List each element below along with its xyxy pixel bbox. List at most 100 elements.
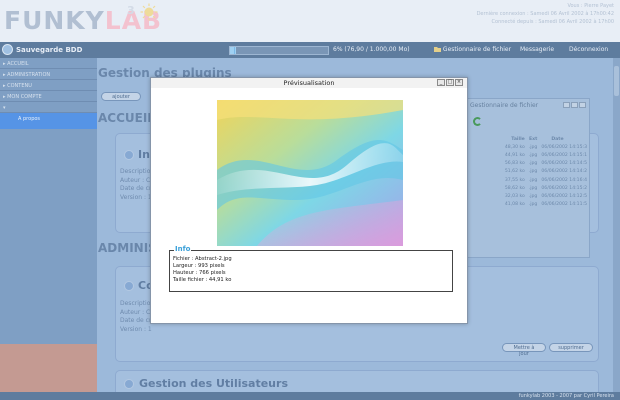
file-row[interactable]: 58,62 ko .jpg 06/06/2002 14:15:2 — [467, 184, 589, 192]
plugin-card-1-title: In — [124, 148, 150, 161]
storage-progress-text: 6% (76,90 / 1.000,00 Mo) — [333, 46, 410, 53]
scrollbar-thumb[interactable] — [614, 66, 619, 96]
modal-window-controls: _ □ × — [437, 79, 463, 86]
session-user: Vous : Pierre Payet — [567, 3, 614, 9]
file-manager-label: Gestionnaire de fichier — [442, 46, 512, 53]
file-size: 44,91 ko — [504, 152, 525, 158]
file-size: 41,08 ko — [504, 202, 525, 208]
app-logo: FUNKYLAB — [4, 6, 162, 35]
modal-titlebar[interactable]: Prévisualisation _ □ × — [151, 78, 467, 88]
file-info-name: Fichier : Abstract-2.jpg — [173, 256, 232, 262]
sidebar-item-contenu[interactable]: ▸ CONTENU — [0, 80, 97, 91]
file-date: 06/06/2002 14:15:2 — [541, 185, 587, 191]
file-date: 06/06/2002 14:16:4 — [541, 177, 587, 183]
sidebar-item-accueil[interactable]: ▸ ACCUEIL — [0, 58, 97, 69]
file-ext: .jpg — [528, 177, 538, 183]
plugin-icon — [124, 280, 134, 291]
file-date: 06/06/2002 14:14:5 — [541, 161, 587, 167]
refresh-icon[interactable] — [473, 117, 482, 126]
file-manager-titlebar[interactable]: Gestionnaire de fichier — [467, 99, 589, 112]
logo-version: 3 — [127, 4, 135, 17]
maximize-icon[interactable]: □ — [446, 79, 454, 86]
plugin-card-3-title: Gestion des Utilisateurs — [124, 377, 288, 390]
section-accueil-heading: ACCUEIL — [98, 111, 155, 125]
sun-icon — [140, 3, 158, 21]
minimize-icon[interactable] — [563, 102, 570, 108]
sidebar-item-label: MON COMPTE — [7, 94, 42, 100]
file-name-cell — [467, 168, 503, 176]
file-row[interactable]: 56,83 ko .jpg 06/06/2002 14:14:5 — [467, 160, 589, 168]
sidebar-item-a-propos[interactable]: A propos — [0, 113, 97, 129]
file-date: 06/06/2002 14:14:2 — [541, 169, 587, 175]
storage-progress-fill — [230, 47, 236, 54]
file-size: 51,62 ko — [504, 169, 525, 175]
plugin-card-1-title-text: In — [138, 148, 150, 161]
file-date: 06/06/2002 14:11:5 — [541, 202, 587, 208]
file-name-cell — [467, 184, 503, 192]
update-plugin-button[interactable]: Mettre à jour — [502, 343, 546, 357]
minimize-icon[interactable]: _ — [437, 79, 445, 86]
file-table-header: Taille Ext Date — [467, 135, 589, 143]
session-last-login: Dernière connexion : Samedi 06 Avril 200… — [476, 11, 614, 17]
file-manager-link[interactable]: Gestionnaire de fichier — [434, 46, 511, 53]
file-name-cell — [467, 160, 503, 168]
file-row[interactable]: 37,55 ko .jpg 06/06/2002 14:16:4 — [467, 176, 589, 184]
logo-main-text: FUNKY — [4, 6, 105, 35]
plugin-icon — [124, 378, 134, 389]
file-info-height: Hauteur : 766 pixels — [173, 270, 226, 276]
file-row[interactable]: 44,91 ko .jpg 06/06/2002 14:15:1 — [467, 151, 589, 159]
file-name-cell — [467, 143, 503, 151]
file-row[interactable]: 51,62 ko .jpg 06/06/2002 14:14:2 — [467, 168, 589, 176]
logout-link[interactable]: Déconnexion — [569, 46, 608, 53]
file-ext: .jpg — [528, 185, 538, 191]
session-info: Vous : Pierre Payet Dernière connexion :… — [477, 2, 614, 26]
file-ext: .jpg — [528, 202, 538, 208]
page-scrollbar[interactable] — [613, 58, 620, 392]
column-header-ext[interactable]: Ext — [527, 135, 540, 143]
file-size: 58,62 ko — [504, 185, 525, 191]
file-name-cell — [467, 176, 503, 184]
sidebar-item-mon-compte[interactable]: ▸ MON COMPTE — [0, 91, 97, 102]
file-name-cell — [467, 201, 503, 209]
backup-db-label: Sauvegarde BDD — [16, 45, 83, 54]
storage-progress-bar — [229, 46, 329, 55]
close-icon[interactable]: × — [455, 79, 463, 86]
file-ext: .jpg — [528, 152, 538, 158]
file-row[interactable]: 48,30 ko .jpg 06/06/2002 14:15:3 — [467, 143, 589, 151]
delete-plugin-button[interactable]: supprimer — [549, 343, 593, 352]
file-manager-title: Gestionnaire de fichier — [470, 102, 539, 109]
abstract-image — [217, 100, 403, 246]
file-info-size: Taille fichier : 44,91 ko — [173, 277, 232, 283]
plugin-icon — [124, 149, 134, 160]
database-icon — [2, 44, 13, 55]
maximize-icon[interactable] — [571, 102, 578, 108]
file-ext: .jpg — [528, 161, 538, 167]
file-name-cell — [467, 151, 503, 159]
column-header-size[interactable]: Taille — [503, 135, 527, 143]
file-row[interactable]: 41,08 ko .jpg 06/06/2002 14:11:5 — [467, 201, 589, 209]
sidebar-item-expanded[interactable]: ▾ — [0, 102, 97, 113]
file-manager-window: Gestionnaire de fichier Taille Ext Date … — [466, 98, 590, 258]
file-ext: .jpg — [528, 169, 538, 175]
close-icon[interactable] — [579, 102, 586, 108]
folder-icon — [434, 47, 441, 52]
file-date: 06/06/2002 14:15:3 — [541, 144, 587, 150]
file-size: 48,30 ko — [504, 144, 525, 150]
column-header-date[interactable]: Date — [539, 135, 589, 143]
backup-db-button[interactable]: Sauvegarde BDD — [2, 44, 82, 55]
file-table: Taille Ext Date 48,30 ko .jpg 06/06/2002 1… — [467, 135, 589, 209]
footer-text: funkylab 2003 - 2007 par Cyril Pereira — [518, 393, 614, 399]
sidebar-item-label: CONTENU — [7, 83, 32, 89]
sidebar-footer-panel — [0, 344, 97, 392]
file-date: 06/06/2002 14:15:1 — [541, 152, 587, 158]
session-connected-since: Connecté depuis : Samedi 06 Avril 2002 à… — [491, 19, 614, 25]
plugin-card-3-title-text: Gestion des Utilisateurs — [139, 377, 288, 390]
messages-link[interactable]: Messagerie — [520, 46, 554, 53]
app-footer: funkylab 2003 - 2007 par Cyril Pereira — [0, 392, 620, 400]
file-row[interactable]: 32,03 ko .jpg 06/06/2002 14:12:5 — [467, 192, 589, 200]
sidebar-item-administration[interactable]: ▸ ADMINISTRATION — [0, 69, 97, 80]
top-bar: Sauvegarde BDD 6% (76,90 / 1.000,00 Mo) … — [0, 42, 620, 58]
file-size: 37,55 ko — [504, 177, 525, 183]
app-header: FUNKYLAB 3 Vous : Pierre Payet Dernière … — [0, 0, 620, 42]
add-plugin-button[interactable]: ajouter — [101, 92, 141, 101]
